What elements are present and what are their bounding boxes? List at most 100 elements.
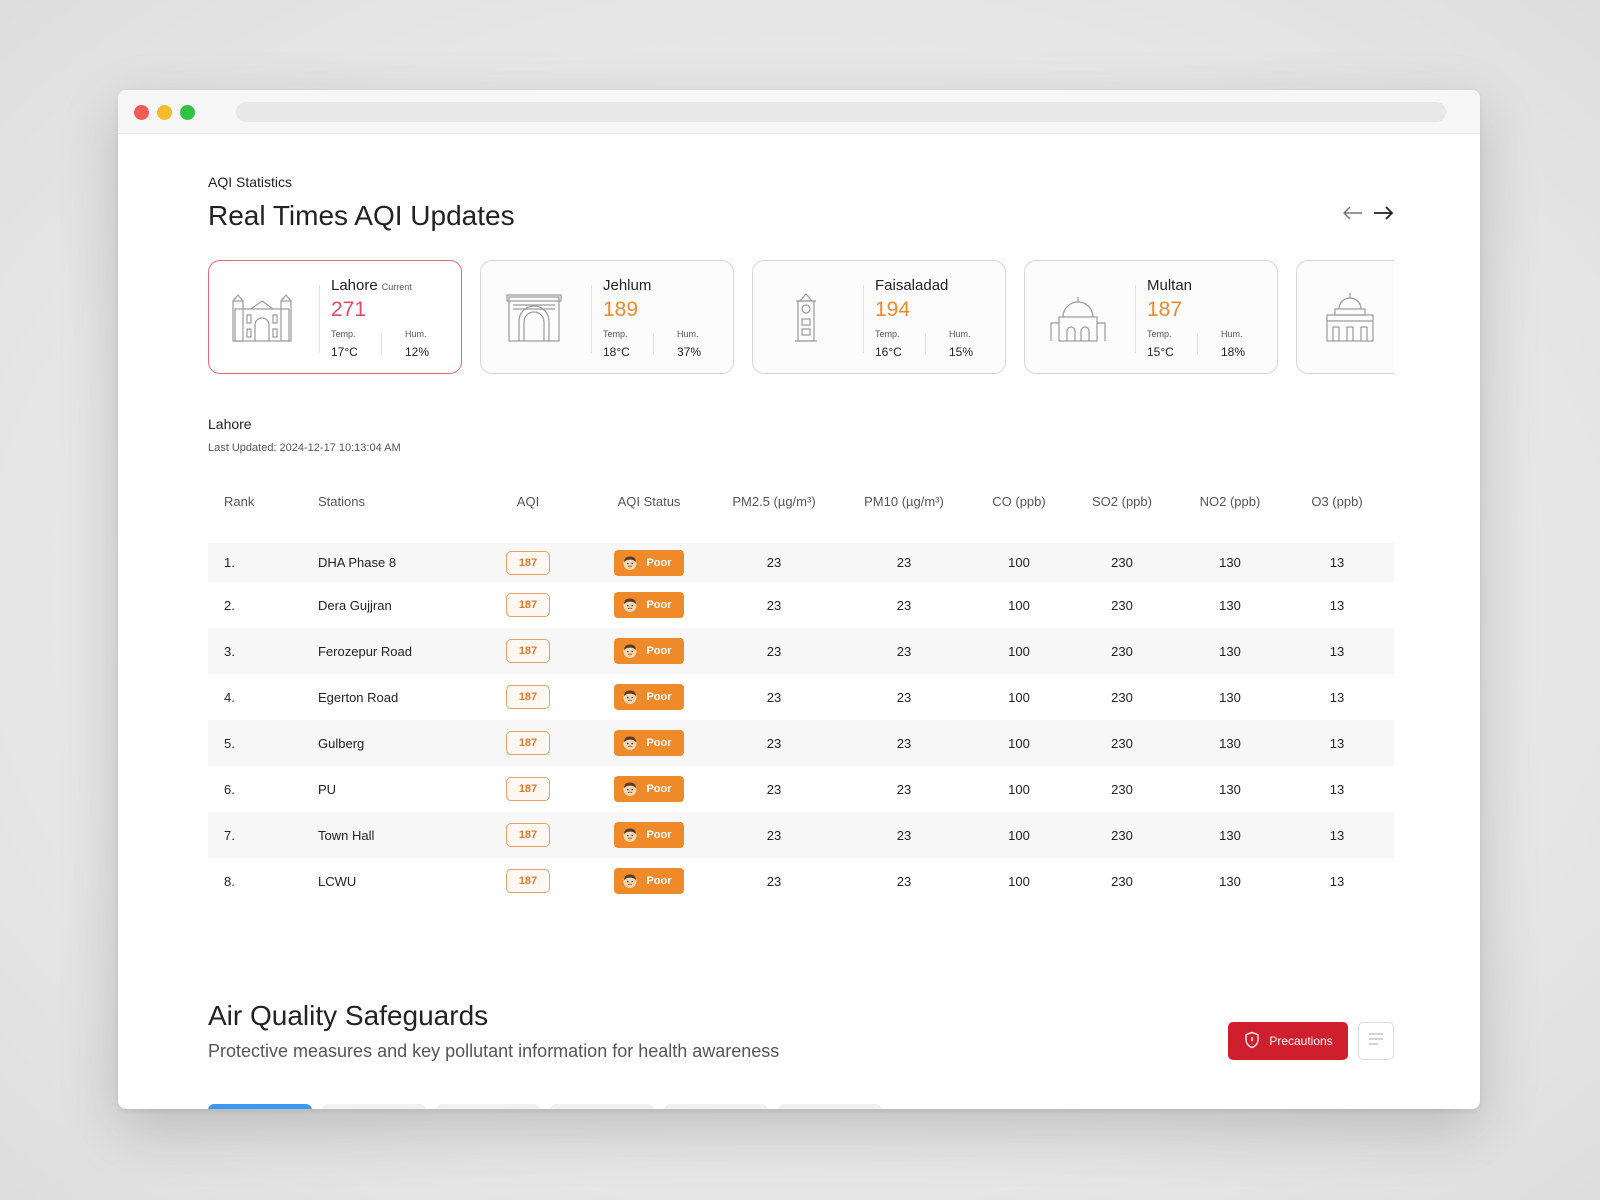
col-co[interactable]: CO (ppb) [974,474,1064,536]
aqi-badge: 187 [506,869,550,893]
so2-cell: 230 [1111,597,1133,613]
pm10-cell: 23 [896,781,912,797]
station-cell: PU [318,781,337,797]
rank-cell: 5. [224,735,235,751]
city-card-jehlum[interactable]: Jehlum 189 Temp. 18°C Hum. 37% [480,260,734,374]
col-pm10[interactable]: PM10 (µg/m³) [834,474,974,536]
co-cell: 100 [1008,555,1030,570]
table-row[interactable]: 1. DHA Phase 8 187 Poor 23 23 100 230 130 13 [208,536,1394,582]
arrow-right-icon[interactable] [1372,202,1394,224]
co-cell: 100 [1008,873,1030,889]
col-rank[interactable]: Rank [208,474,302,536]
aqi-cell: 187 [472,582,584,628]
table-row[interactable]: 6. PU 187 Poor 23 23 100 230 130 13 [208,766,1394,812]
station-cell: Gulberg [318,735,365,751]
section-eyebrow: AQI Statistics [208,174,293,190]
card-divider [319,285,320,353]
close-window-button[interactable] [134,105,149,120]
browser-window: AQI Statistics Real Times AQI Updates La… [118,90,1480,1109]
table-row[interactable]: 3. Ferozepur Road 187 Poor 23 23 100 230 130 13 [208,628,1394,674]
humidity-label: Hum. [405,329,427,339]
table-body: 1. DHA Phase 8 187 Poor 23 23 100 230 130 13 2. Der… [208,536,1394,904]
arrow-left-icon[interactable] [1342,202,1364,224]
table-row[interactable]: 5. Gulberg 187 Poor 23 23 100 230 130 13 [208,720,1394,766]
status-label: Poor [646,556,672,569]
o3-cell: 13 [1329,555,1345,570]
o3-cell: 13 [1329,735,1345,751]
city-aqi-value: 194 [875,298,911,321]
so2-cell: 230 [1111,827,1133,843]
col-stations[interactable]: Stations [302,474,472,536]
tab-4[interactable] [550,1104,654,1109]
status-pill: Poor [614,776,684,802]
col-no2[interactable]: NO2 (ppb) [1180,474,1280,536]
col-pm25[interactable]: PM2.5 (µg/m³) [714,474,834,536]
city-card-partial[interactable] [1296,260,1394,374]
address-bar[interactable] [236,102,1446,122]
no2-cell: 130 [1219,689,1241,705]
table-header-row: Rank Stations AQI AQI Status PM2.5 (µg/m… [208,474,1394,536]
aqi-badge: 187 [506,823,550,847]
face-icon [622,827,638,843]
pm25-cell: 23 [766,873,782,889]
city-card-lahore[interactable]: Lahore Current 271 Temp. 17°C Hum. 12% [208,260,462,374]
carousel-nav [1342,202,1394,224]
shield-alert-icon [1243,1031,1261,1052]
status-pill: Poor [614,868,684,894]
city-card-multan[interactable]: Multan 187 Temp. 15°C Hum. 18% [1024,260,1278,374]
city-aqi-value: 187 [1147,298,1183,321]
menu-lines-button[interactable] [1358,1022,1394,1060]
no2-cell: 130 [1219,781,1241,797]
table-row[interactable]: 4. Egerton Road 187 Poor 23 23 100 230 130 13 [208,674,1394,720]
city-name: Jehlum [603,277,652,294]
temp-value: 16°C [875,345,902,359]
so2-cell: 230 [1111,689,1133,705]
precautions-button[interactable]: Precautions [1228,1022,1348,1060]
pm25-cell: 23 [766,827,782,843]
aqi-status-cell: Poor [584,812,714,858]
aqi-status-cell: Poor [584,766,714,812]
so2-cell: 230 [1111,873,1133,889]
minimize-window-button[interactable] [157,105,172,120]
tab-6[interactable] [778,1104,882,1109]
col-aqi-status[interactable]: AQI Status [584,474,714,536]
tab-2[interactable] [322,1104,426,1109]
pm10-cell: 23 [896,873,912,889]
pm10-cell: 23 [896,735,912,751]
station-cell: LCWU [318,873,357,889]
face-icon [622,643,638,659]
no2-cell: 130 [1219,735,1241,751]
aqi-badge: 187 [506,593,550,617]
temp-value: 17°C [331,345,358,359]
palace-dome-icon [1319,291,1381,343]
precautions-label: Precautions [1269,1034,1333,1048]
o3-cell: 13 [1329,827,1345,843]
pm10-cell: 23 [896,827,912,843]
temp-value: 15°C [1147,345,1174,359]
city-card-faisaladad[interactable]: Faisaladad 194 Temp. 16°C Hum. 15% [752,260,1006,374]
col-so2[interactable]: SO2 (ppb) [1064,474,1180,536]
col-aqi[interactable]: AQI [472,474,584,536]
table-row[interactable]: 8. LCWU 187 Poor 23 23 100 230 130 13 [208,858,1394,904]
maximize-window-button[interactable] [180,105,195,120]
aqi-cell: 187 [472,628,584,674]
humidity-label: Hum. [677,329,699,339]
humidity-label: Hum. [949,329,971,339]
tab-1[interactable] [208,1104,312,1109]
o3-cell: 13 [1329,873,1345,889]
table-row[interactable]: 7. Town Hall 187 Poor 23 23 100 230 130 13 [208,812,1394,858]
status-pill: Poor [614,730,684,756]
tab-3[interactable] [436,1104,540,1109]
tab-5[interactable] [664,1104,768,1109]
pm25-cell: 23 [766,643,782,659]
aqi-badge: 187 [506,550,550,575]
col-o3[interactable]: O3 (ppb) [1280,474,1394,536]
table-row[interactable]: 2. Dera Gujjran 187 Poor 23 23 100 230 130 13 [208,582,1394,628]
co-cell: 100 [1008,827,1030,843]
humidity-value: 37% [677,345,702,359]
station-cell: Egerton Road [318,689,399,705]
temp-label: Temp. [331,329,356,339]
pm10-cell: 23 [896,597,912,613]
temp-label: Temp. [603,329,628,339]
status-label: Poor [646,599,672,611]
